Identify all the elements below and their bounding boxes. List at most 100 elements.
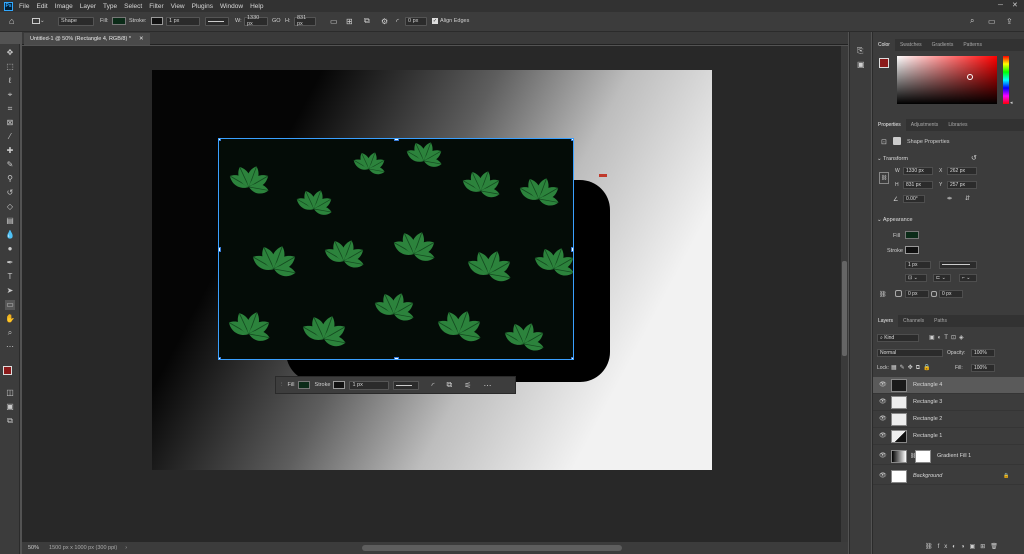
transform-handle-top-right[interactable]	[571, 139, 573, 141]
share-icon[interactable]: ⇪	[1006, 16, 1013, 26]
transform-handle-left[interactable]	[219, 247, 221, 252]
stroke-swatch[interactable]	[151, 16, 163, 26]
move-tool-icon[interactable]: ✥	[5, 48, 15, 58]
reset-transform-icon[interactable]: ↺	[971, 154, 977, 162]
horizontal-scrollbar-thumb[interactable]	[362, 545, 622, 551]
lock-icons[interactable]: ▦✎✥⧉🔒	[891, 364, 933, 372]
healing-brush-tool-icon[interactable]: ✚	[5, 146, 15, 156]
prop-stroke-caps[interactable]: ⊏ ⌄	[933, 274, 951, 282]
tab-swatches[interactable]: Swatches	[895, 42, 927, 48]
menu-filter[interactable]: Filter	[149, 3, 163, 10]
blend-mode-select[interactable]: Normal	[877, 349, 943, 357]
transform-handle-bottom-left[interactable]	[219, 357, 221, 359]
layer-actions[interactable]: ⛓fx◐◑▣⊞🗑	[925, 543, 1003, 550]
flip-vertical-icon[interactable]: ⇵	[965, 195, 970, 202]
visibility-eye-icon[interactable]: 👁	[879, 473, 887, 479]
link-radius-icon[interactable]: ⛓	[879, 291, 887, 298]
minimize-icon[interactable]: ─	[998, 2, 1003, 9]
visibility-eye-icon[interactable]: 👁	[879, 453, 887, 459]
marquee-tool-icon[interactable]: ⬚	[5, 62, 15, 72]
tab-layers[interactable]: Layers	[873, 315, 899, 327]
layer-name[interactable]: Rectangle 1	[913, 433, 942, 439]
layer-name[interactable]: Rectangle 4	[913, 382, 942, 388]
transform-handle-top-left[interactable]	[219, 139, 221, 141]
history-panel-icon[interactable]: ⎘	[857, 46, 863, 56]
hand-tool-icon[interactable]: ✋	[5, 314, 15, 324]
comments-panel-icon[interactable]: ▣	[857, 60, 865, 69]
visibility-eye-icon[interactable]: 👁	[879, 382, 887, 388]
context-stroke-type[interactable]	[393, 380, 420, 390]
radius-field[interactable]: 0 px	[405, 16, 427, 26]
crop-tool-icon[interactable]: ⌗	[5, 104, 15, 114]
layer-mask-thumbnail[interactable]	[915, 449, 931, 463]
history-brush-tool-icon[interactable]: ↺	[5, 188, 15, 198]
menu-select[interactable]: Select	[124, 3, 142, 10]
shape-tool-icon[interactable]: ⌄	[32, 16, 45, 26]
stroke-type-select[interactable]	[205, 16, 229, 26]
menu-edit[interactable]: Edit	[36, 3, 47, 10]
link-wh-icon[interactable]: ⛓	[879, 172, 889, 184]
mask-properties-icon[interactable]	[893, 137, 901, 145]
link-proportions[interactable]: GO	[272, 16, 281, 26]
transform-handle-right[interactable]	[571, 247, 573, 252]
fill-swatch[interactable]	[112, 16, 126, 26]
layer-row[interactable]: 👁 Background 🔒	[873, 468, 1024, 485]
eyedropper-tool-icon[interactable]: ⁄	[5, 132, 15, 142]
layer-row[interactable]: 👁 Rectangle 1	[873, 428, 1024, 445]
tab-paths[interactable]: Paths	[929, 318, 952, 324]
path-alignment-icon[interactable]: ⊞	[346, 16, 353, 26]
tab-channels[interactable]: Channels	[898, 318, 929, 324]
artboard-icon[interactable]: ⧉	[5, 416, 15, 426]
menu-file[interactable]: File	[19, 3, 29, 10]
path-arrangement-icon[interactable]: ⧉	[364, 16, 370, 26]
vertical-scrollbar[interactable]	[841, 46, 848, 542]
opacity-field[interactable]: 100%	[971, 349, 995, 357]
menu-view[interactable]: View	[171, 3, 185, 10]
tab-close-icon[interactable]: ✕	[139, 36, 144, 42]
tab-gradients[interactable]: Gradients	[927, 42, 959, 48]
eraser-tool-icon[interactable]: ◇	[5, 202, 15, 212]
vertical-scrollbar-thumb[interactable]	[842, 261, 847, 356]
layer-name[interactable]: Rectangle 2	[913, 416, 942, 422]
brush-tool-icon[interactable]: ✎	[5, 160, 15, 170]
menu-type[interactable]: Type	[103, 3, 117, 10]
zoom-level[interactable]: 50%	[28, 545, 39, 551]
visibility-eye-icon[interactable]: 👁	[879, 433, 887, 439]
prop-stroke-align[interactable]: ⊡ ⌄	[905, 274, 927, 282]
blur-tool-icon[interactable]: 💧	[5, 230, 15, 240]
layer-filter-icons[interactable]: ▣◐T⊡◈	[929, 334, 967, 341]
prop-stroke-width[interactable]: 1 px	[905, 261, 931, 269]
layer-filter-kind[interactable]: ⌕ Kind	[877, 334, 919, 342]
transform-handle-bottom[interactable]	[394, 357, 399, 359]
menu-layer[interactable]: Layer	[80, 3, 96, 10]
screen-mode-icon[interactable]: ▣	[5, 402, 15, 412]
color-picker-field[interactable]	[897, 56, 997, 104]
lasso-tool-icon[interactable]: ℓ	[5, 76, 15, 86]
transform-section[interactable]: ⌄ Transform	[877, 156, 908, 162]
width-field[interactable]: 1330 px	[244, 15, 268, 27]
prop-y-field[interactable]: 257 px	[947, 181, 977, 189]
layer-row[interactable]: 👁 Rectangle 2	[873, 411, 1024, 428]
context-stroke-width[interactable]: 1 px	[349, 380, 390, 390]
tab-properties[interactable]: Properties	[873, 119, 906, 131]
color-panel-foreground[interactable]	[879, 58, 889, 68]
corner-radius-icon[interactable]: ◜	[431, 381, 434, 390]
prop-x-field[interactable]: 262 px	[947, 167, 977, 175]
layer-row[interactable]: 👁 ⛓ Gradient Fill 1	[873, 448, 1024, 465]
frame-tool-icon[interactable]: ⊠	[5, 118, 15, 128]
more-tools-icon[interactable]: ⋯	[5, 342, 15, 352]
menu-help[interactable]: Help	[250, 3, 263, 10]
tool-mode-select[interactable]: Shape	[58, 16, 94, 26]
adjust-icon[interactable]: ⚟	[464, 381, 471, 390]
flip-horizontal-icon[interactable]: ⇹	[947, 195, 952, 202]
menu-window[interactable]: Window	[220, 3, 243, 10]
transform-handle-top[interactable]	[394, 139, 399, 141]
drag-grip-icon[interactable]: ⋮	[279, 382, 285, 388]
prop-stroke-type[interactable]	[939, 261, 977, 269]
tab-adjustments[interactable]: Adjustments	[906, 122, 944, 128]
path-selection-tool-icon[interactable]: ➤	[5, 286, 15, 296]
layer-row[interactable]: 👁 Rectangle 4	[873, 377, 1024, 394]
layer-name[interactable]: Gradient Fill 1	[937, 453, 971, 459]
prop-height-field[interactable]: 831 px	[903, 181, 933, 189]
duplicate-icon[interactable]: ⧉	[447, 380, 453, 390]
